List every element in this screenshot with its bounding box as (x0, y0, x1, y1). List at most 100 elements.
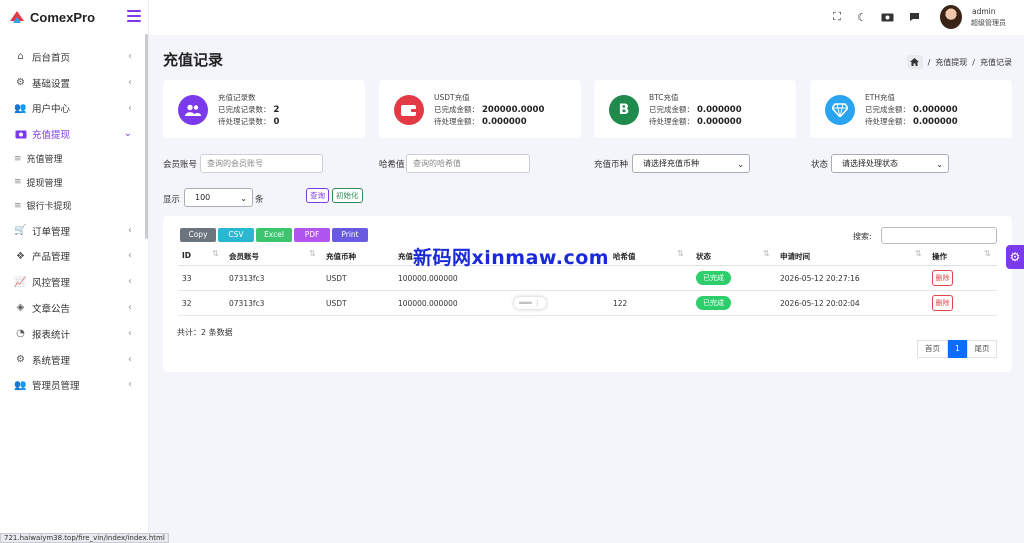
card-label: 待处理金额： (865, 117, 910, 126)
status-select[interactable]: 请选择处理状态 ⌄ (831, 154, 949, 173)
sidebar-subitem-bankcard-withdraw[interactable]: ≡ 银行卡提现 (0, 194, 146, 218)
page-size-select[interactable]: 100 ⌄ (184, 188, 253, 207)
csv-button[interactable]: CSV (218, 228, 254, 242)
col-amount[interactable]: 充值 (398, 251, 413, 262)
cell-hash: 122 (613, 299, 628, 308)
table-row: 32 07313fc3 USDT 100000.000000 122 已完成 2… (178, 291, 997, 316)
sidebar-item-products[interactable]: ❖ 产品管理 ‹ (0, 243, 146, 269)
sidebar-item-deposit-withdraw[interactable]: 充值提现 ⌄ (0, 121, 146, 147)
status-select-value: 请选择处理状态 (842, 159, 898, 168)
card-label: 已完成记录数： (218, 105, 271, 114)
chevron-down-icon: ⌄ (737, 160, 744, 169)
chevron-left-icon: ‹ (128, 302, 132, 314)
sort-icon[interactable]: ⇅ (309, 249, 316, 258)
cell-amount: 100000.000000 (398, 274, 458, 283)
excel-button[interactable]: Excel (256, 228, 292, 242)
copy-button[interactable]: Copy (180, 228, 216, 242)
menu-toggle-icon[interactable] (127, 10, 141, 22)
stat-card-records: 充值记录数 已完成记录数： 2 待处理记录数： 0 (163, 80, 365, 138)
sidebar-item-system[interactable]: ⚙ 系统管理 ‹ (0, 347, 146, 373)
sidebar-item-label: 文章公告 (32, 303, 71, 315)
reset-button[interactable]: 初始化 (332, 188, 363, 203)
avatar[interactable] (940, 5, 962, 29)
gear-icon: ⚙ (16, 354, 25, 366)
chevron-left-icon: ‹ (128, 250, 132, 262)
sidebar-item-risk[interactable]: 📈 风控管理 ‹ (0, 269, 146, 295)
sidebar-item-label: 管理员管理 (32, 381, 80, 393)
floating-toolbar[interactable]: ═══ ⋮ (514, 297, 546, 309)
list-icon: ≡ (14, 153, 22, 164)
sidebar-item-orders[interactable]: 🛒 订单管理 ‹ (0, 218, 146, 244)
fullscreen-icon[interactable]: ⛶ (831, 10, 843, 23)
cell-id: 33 (182, 274, 192, 283)
status-badge: 已完成 (696, 271, 731, 285)
stat-card-btc: B BTC充值 已完成金额： 0.000000 待处理金额： 0.000000 (594, 80, 796, 138)
chevron-left-icon: ‹ (128, 224, 132, 236)
col-time[interactable]: 申请时间 (780, 251, 810, 262)
sort-icon[interactable]: ⇅ (212, 249, 219, 258)
card-value: 200000.0000 (482, 105, 545, 115)
sidebar-item-label: 风控管理 (32, 278, 71, 290)
sort-icon[interactable]: ⇅ (984, 249, 991, 258)
sort-icon[interactable]: ⇅ (677, 249, 684, 258)
user-name[interactable]: admin (972, 7, 996, 16)
moon-icon[interactable]: ☾ (856, 11, 868, 24)
sidebar-item-users[interactable]: 👥 用户中心 ‹ (0, 96, 146, 122)
sidebar-subitem-withdraw-manage[interactable]: ≡ 提现管理 (0, 171, 146, 195)
sidebar-item-label: 用户中心 (32, 104, 71, 116)
sidebar-item-basic-settings[interactable]: ⚙ 基础设置 ‹ (0, 70, 146, 96)
print-button[interactable]: Print (332, 228, 368, 242)
sort-icon[interactable]: ⇅ (915, 249, 922, 258)
col-coin[interactable]: 充值币种 (326, 251, 356, 262)
user-role: 超级管理员 (971, 19, 1006, 27)
pdf-button[interactable]: PDF (294, 228, 330, 242)
member-label: 会员账号 (163, 160, 198, 170)
table-search-input[interactable] (881, 227, 997, 244)
pager-last-button[interactable]: 尾页 (967, 340, 997, 358)
bitcoin-icon: B (609, 95, 639, 125)
pager-current-page[interactable]: 1 (948, 340, 967, 358)
sidebar-item-reports[interactable]: ◔ 报表统计 ‹ (0, 321, 146, 347)
sidebar-item-label: 基础设置 (32, 78, 71, 90)
diamond-icon (825, 95, 855, 125)
brand-logo[interactable]: ComexPro (8, 9, 95, 25)
hash-search-input[interactable]: 查询的哈希值 (406, 154, 530, 173)
sidebar-item-dashboard[interactable]: ⌂ 后台首页 ‹ (0, 44, 146, 70)
home-icon: ⌂ (17, 51, 24, 63)
watermark: 新码网xinmaw.com (413, 247, 610, 269)
col-status[interactable]: 状态 (696, 251, 711, 262)
sort-icon[interactable]: ⇅ (763, 249, 770, 258)
card-label: 待处理金额： (434, 117, 479, 126)
breadcrumb-item[interactable]: 充值提现 (935, 57, 967, 68)
brand-name: ComexPro (30, 9, 96, 25)
sidebar-item-articles[interactable]: ◈ 文章公告 ‹ (0, 295, 146, 321)
chevron-down-icon: ⌄ (240, 194, 247, 203)
col-id[interactable]: ID (182, 251, 191, 260)
sidebar-scrollbar[interactable] (145, 34, 148, 239)
settings-gear-icon[interactable]: ⚙ (1006, 245, 1024, 269)
cell-coin: USDT (326, 299, 347, 308)
card-title: USDT充值 (434, 93, 470, 102)
member-search-input[interactable]: 查询的会员账号 (200, 154, 323, 173)
coin-select[interactable]: 请选择充值币种 ⌄ (632, 154, 750, 173)
money-icon[interactable] (880, 11, 894, 23)
col-hash[interactable]: 哈希值 (613, 251, 636, 262)
sidebar-item-admins[interactable]: 👥 管理员管理 ‹ (0, 372, 146, 398)
delete-button[interactable]: 删除 (932, 270, 953, 286)
home-icon[interactable] (906, 55, 923, 69)
chevron-left-icon: ‹ (128, 102, 132, 114)
delete-button[interactable]: 删除 (932, 295, 953, 311)
breadcrumb: / 充值提现 / 充值记录 (906, 55, 1012, 69)
sidebar-subitem-deposit-manage[interactable]: ≡ 充值管理 (0, 147, 146, 171)
card-value: 0 (273, 117, 280, 127)
logo-icon (10, 11, 24, 23)
card-label: 待处理金额： (649, 117, 694, 126)
sidebar-nav: ⌂ 后台首页 ‹ ⚙ 基础设置 ‹ 👥 用户中心 ‹ 充值提现 ⌄ ≡ 充值管理… (0, 44, 146, 398)
stat-card-eth: ETH充值 已完成金额： 0.000000 待处理金额： 0.000000 (810, 80, 1012, 138)
chat-icon[interactable] (908, 11, 920, 23)
pager-first-button[interactable]: 首页 (917, 340, 948, 358)
cell-time: 2026-05-12 20:27:16 (780, 274, 860, 283)
users-icon: 👥 (14, 102, 27, 114)
query-button[interactable]: 查询 (306, 188, 329, 203)
col-account[interactable]: 会员账号 (229, 251, 259, 262)
